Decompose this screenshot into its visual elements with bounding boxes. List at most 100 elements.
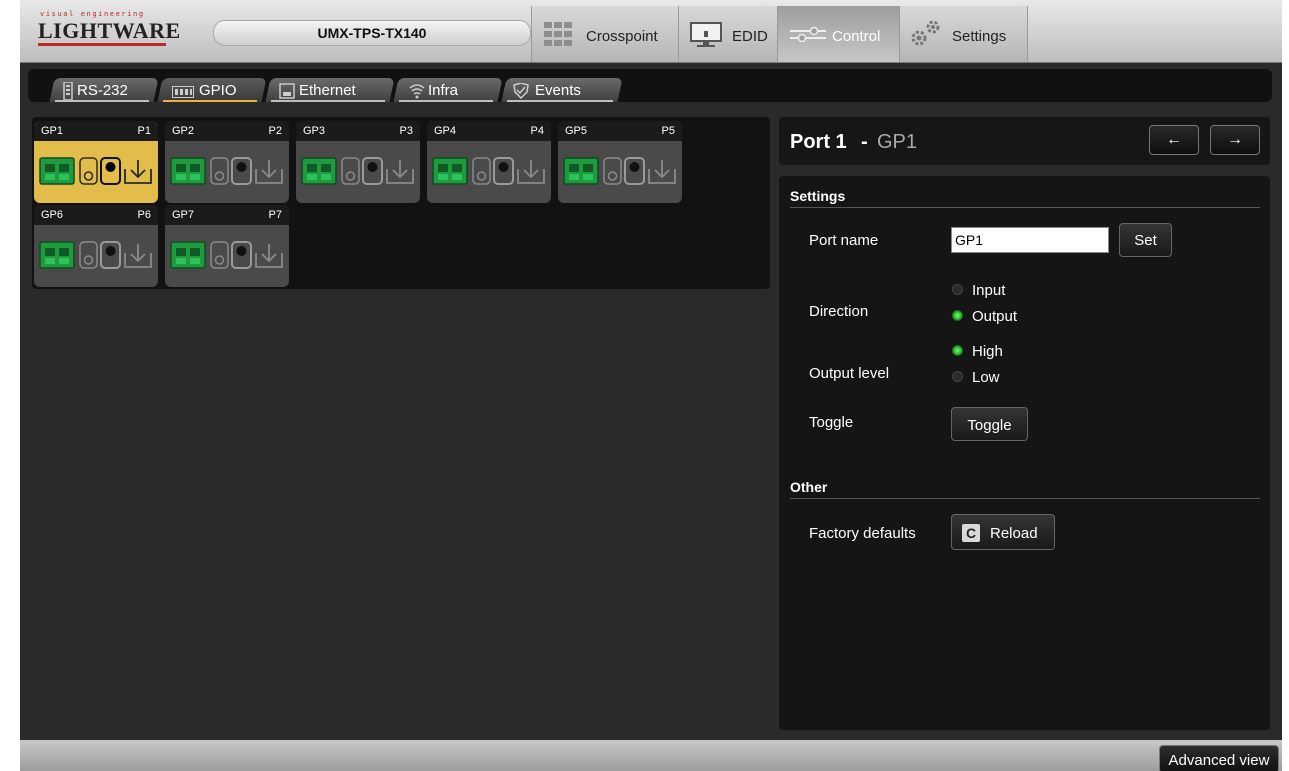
port-name: GP5: [565, 125, 588, 137]
subtab-underline: [163, 100, 257, 102]
direction-input-label: Input: [972, 282, 1006, 299]
download-arrow-icon: [124, 244, 152, 268]
reload-button[interactable]: C Reload: [951, 514, 1055, 550]
direction-input-radio[interactable]: [952, 284, 963, 295]
port-settings-panel: Settings Port name Set Direction Input O…: [779, 176, 1270, 730]
port-status-icons: [563, 155, 681, 188]
output-high-icon: [362, 157, 383, 185]
output-high-icon: [100, 157, 121, 185]
connector-icon: [170, 157, 206, 185]
output-high-icon: [231, 241, 252, 269]
port-tile-gp7[interactable]: GP7 P7: [165, 205, 289, 287]
factory-defaults-label: Factory defaults: [809, 525, 916, 542]
connector-icon: [301, 157, 337, 185]
logo-name: LIGHTWARE: [38, 18, 181, 43]
port-status-icons: [39, 239, 157, 272]
port-status-icons: [170, 239, 288, 272]
advanced-view-button[interactable]: Advanced view: [1159, 745, 1279, 771]
input-low-icon: [472, 157, 491, 185]
toggle-button[interactable]: Toggle: [951, 407, 1028, 441]
logo-tagline: visual engineering: [40, 10, 145, 18]
connector-icon: [432, 157, 468, 185]
logo-underline: [38, 43, 166, 46]
direction-output-radio[interactable]: [952, 310, 963, 321]
input-low-icon: [210, 157, 229, 185]
port-name: GP2: [172, 125, 195, 137]
port-id: P4: [530, 125, 544, 137]
device-name-badge: UMX-TPS-TX140: [213, 20, 531, 46]
port-id: P2: [268, 125, 282, 137]
subtab-label: Events: [535, 82, 581, 99]
download-arrow-icon: [124, 160, 152, 184]
subtab-label: Ethernet: [299, 82, 356, 99]
port-id: P5: [661, 125, 675, 137]
nav-tab-crosspoint[interactable]: Crosspoint: [531, 6, 678, 62]
port-name-label: Port name: [809, 232, 879, 249]
port-status-icons: [170, 155, 288, 188]
port-tile-gp2[interactable]: GP2 P2: [165, 121, 289, 203]
divider: [790, 207, 1260, 208]
input-low-icon: [603, 157, 622, 185]
divider: [790, 498, 1260, 499]
nav-tab-label: EDID: [732, 28, 768, 45]
nav-tab-control[interactable]: Control: [777, 6, 899, 62]
port-name: GP7: [172, 209, 195, 221]
nav-tab-settings[interactable]: Settings: [899, 6, 1028, 62]
port-detail-name: GP1: [877, 131, 918, 153]
port-id: P3: [399, 125, 413, 137]
subtab-underline: [271, 100, 385, 102]
download-arrow-icon: [255, 160, 283, 184]
download-arrow-icon: [386, 160, 414, 184]
connector-icon: [170, 241, 206, 269]
output-level-high-radio[interactable]: [952, 345, 963, 356]
port-name: GP3: [303, 125, 326, 137]
output-level-low-radio[interactable]: [952, 371, 963, 382]
port-status-icons: [432, 155, 550, 188]
nav-tab-label: Control: [832, 28, 881, 45]
subtab-label: GPIO: [199, 82, 237, 99]
connector-icon: [39, 241, 75, 269]
download-arrow-icon: [517, 160, 545, 184]
download-arrow-icon: [648, 160, 676, 184]
settings-heading: Settings: [790, 188, 846, 204]
nav-tab-edid[interactable]: EDID: [678, 6, 777, 62]
port-name: GP1: [41, 125, 64, 137]
port-tile-gp1[interactable]: GP1 P1: [34, 121, 158, 203]
top-bar: visual engineering LIGHTWARE UMX-TPS-TX1…: [20, 0, 1282, 63]
port-id: P1: [137, 125, 151, 137]
subtab-label: RS-232: [77, 82, 128, 99]
port-id: P6: [137, 209, 151, 221]
next-port-button[interactable]: →: [1210, 125, 1260, 155]
gpio-port-grid: GP1 P1 GP2 P2 GP3 P3 GP4 P4 GP5 P5 GP6 P6 GP7 P…: [32, 117, 770, 289]
output-level-low-label: Low: [972, 369, 1000, 386]
port-tile-gp3[interactable]: GP3 P3: [296, 121, 420, 203]
input-low-icon: [79, 157, 98, 185]
subtab-underline: [55, 100, 149, 102]
port-tile-gp5[interactable]: GP5 P5: [558, 121, 682, 203]
subtab-label: Infra: [428, 82, 459, 99]
nav-tab-label: Settings: [952, 28, 1007, 45]
output-high-icon: [624, 157, 645, 185]
nav-tab-label: Crosspoint: [586, 28, 658, 45]
port-tile-gp6[interactable]: GP6 P6: [34, 205, 158, 287]
output-high-icon: [231, 157, 252, 185]
port-detail-title: Port 1: [790, 131, 847, 153]
port-tile-gp4[interactable]: GP4 P4: [427, 121, 551, 203]
reload-icon: C: [962, 524, 980, 542]
sliders-icon: [788, 26, 828, 46]
bottom-bar: [20, 740, 1282, 771]
connector-icon: [39, 157, 75, 185]
output-high-icon: [493, 157, 514, 185]
download-arrow-icon: [255, 244, 283, 268]
subtab-underline: [399, 100, 493, 102]
set-button[interactable]: Set: [1119, 223, 1172, 257]
subtab-underline: [507, 100, 613, 102]
toggle-label: Toggle: [809, 414, 854, 431]
port-detail-header: Port 1 - GP1 ← →: [779, 117, 1270, 165]
app-window: visual engineering LIGHTWARE UMX-TPS-TX1…: [20, 0, 1282, 771]
connector-icon: [563, 157, 599, 185]
input-low-icon: [79, 241, 98, 269]
port-status-icons: [301, 155, 419, 188]
port-name-input[interactable]: [951, 227, 1109, 253]
previous-port-button[interactable]: ←: [1149, 125, 1199, 155]
